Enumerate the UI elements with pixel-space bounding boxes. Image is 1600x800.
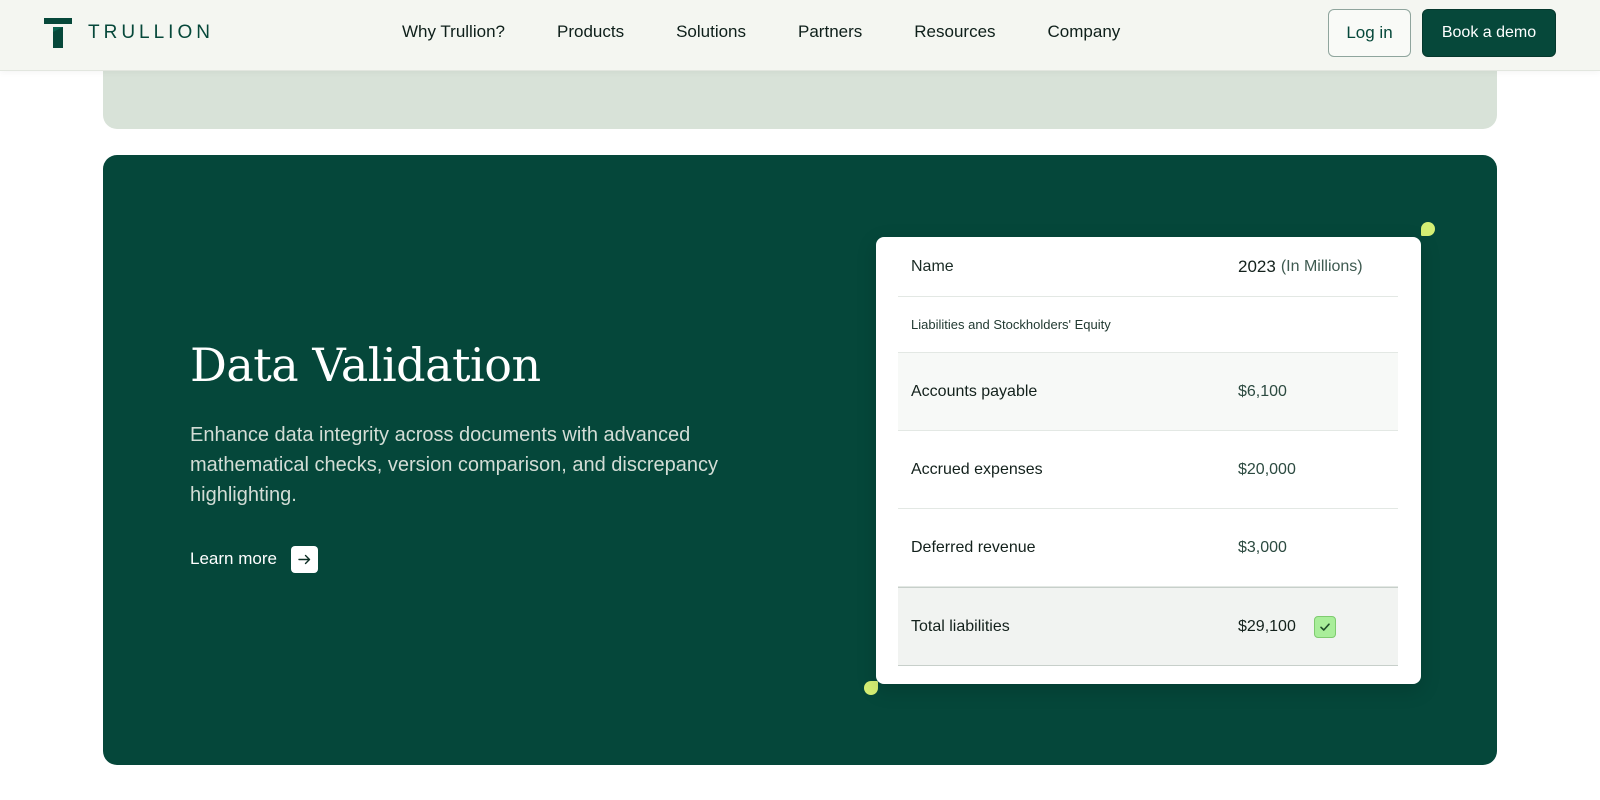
row-value: $20,000 [1238, 460, 1296, 478]
section-title: Data Validation [190, 338, 541, 392]
liabilities-table: Name 2023 (In Millions) Liabilities and … [898, 237, 1398, 666]
trullion-logo-link[interactable]: TRULLION [44, 18, 214, 48]
table-row: Deferred revenue $3,000 [898, 509, 1398, 587]
nav-why-trullion[interactable]: Why Trullion? [402, 22, 505, 42]
book-a-demo-button[interactable]: Book a demo [1422, 9, 1556, 57]
financial-table-card: Name 2023 (In Millions) Liabilities and … [876, 237, 1421, 684]
table-row: Accrued expenses $20,000 [898, 431, 1398, 509]
row-value: $3,000 [1238, 538, 1287, 556]
row-name: Accounts payable [911, 382, 1038, 400]
nav-company[interactable]: Company [1048, 22, 1121, 42]
table-header-row: Name 2023 (In Millions) [898, 237, 1398, 297]
total-name: Total liabilities [911, 617, 1010, 635]
unit-label: (In Millions) [1280, 257, 1363, 275]
table-total-row: Total liabilities $29,100 [898, 587, 1398, 666]
check-icon [1313, 615, 1336, 638]
section-description: Enhance data integrity across documents … [190, 424, 719, 506]
data-validation-section: Data Validation Enhance data integrity a… [103, 155, 1497, 765]
row-name: Accrued expenses [911, 460, 1043, 478]
table-section-row: Liabilities and Stockholders' Equity [898, 297, 1398, 353]
nav-partners[interactable]: Partners [798, 22, 862, 42]
arrow-right-icon [290, 545, 318, 573]
total-value-cell: $29,100 [1238, 588, 1336, 665]
page: TRULLION Why Trullion? Products Solution… [0, 0, 1600, 800]
logo-wordmark: TRULLION [88, 22, 214, 43]
accent-dot-decoration [864, 681, 878, 695]
total-value: $29,100 [1238, 617, 1296, 635]
column-header-name: Name [911, 257, 954, 275]
learn-more-label: Learn more [190, 549, 277, 568]
year-label: 2023 [1238, 256, 1276, 276]
column-header-year: 2023 (In Millions) [1238, 237, 1363, 296]
main-menu: Why Trullion? Products Solutions Partner… [402, 0, 1120, 64]
learn-more-link[interactable]: Learn more [190, 545, 318, 573]
nav-resources[interactable]: Resources [914, 22, 995, 42]
top-navigation: TRULLION Why Trullion? Products Solution… [0, 0, 1600, 71]
row-name: Deferred revenue [911, 538, 1036, 556]
table-row: Accounts payable $6,100 [898, 353, 1398, 431]
log-in-button[interactable]: Log in [1328, 9, 1411, 57]
trullion-t-logo-icon [44, 18, 72, 48]
accent-dot-decoration [1421, 222, 1435, 236]
row-value: $6,100 [1238, 382, 1287, 400]
nav-solutions[interactable]: Solutions [676, 22, 746, 42]
section-label: Liabilities and Stockholders' Equity [911, 317, 1111, 332]
nav-products[interactable]: Products [557, 22, 624, 42]
